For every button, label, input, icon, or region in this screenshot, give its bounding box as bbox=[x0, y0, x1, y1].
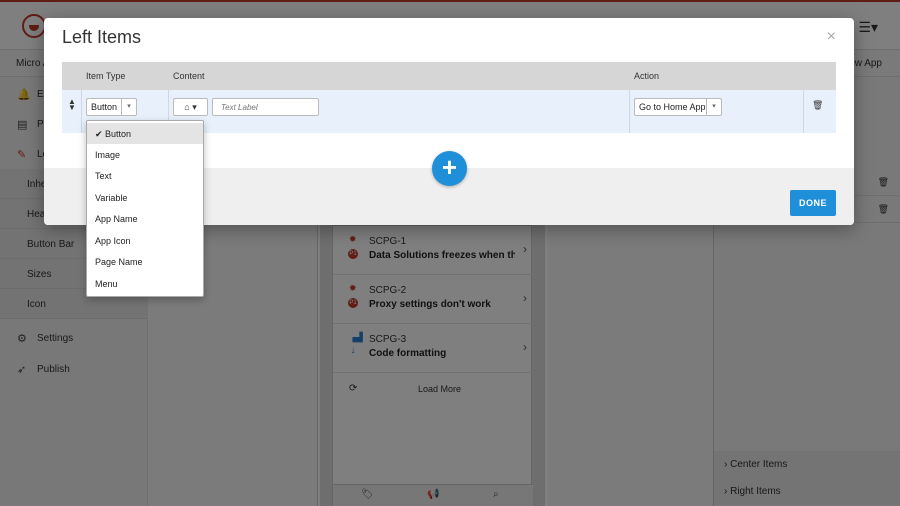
dropdown-option-variable[interactable]: Variable bbox=[87, 187, 203, 208]
dropdown-option-app-icon[interactable]: App Icon bbox=[87, 230, 203, 251]
dropdown-option-app-name[interactable]: App Name bbox=[87, 208, 203, 229]
table-header: Item Type Content Action bbox=[62, 62, 836, 90]
item-type-dropdown: ✔ Button Image Text Variable App Name Ap… bbox=[86, 120, 204, 297]
column-item-type: Item Type bbox=[86, 71, 126, 81]
chevron-down-icon: ▾ bbox=[121, 99, 136, 115]
dropdown-option-button[interactable]: ✔ Button bbox=[87, 123, 203, 144]
modal-title: Left Items bbox=[62, 27, 142, 47]
item-type-select[interactable]: Button ▾ bbox=[86, 98, 137, 116]
dropdown-option-page-name[interactable]: Page Name bbox=[87, 251, 203, 272]
close-icon[interactable]: × bbox=[827, 28, 836, 46]
add-item-button[interactable]: + bbox=[432, 151, 467, 186]
column-action: Action bbox=[634, 71, 660, 81]
drag-handle-icon[interactable]: ▲ ▼ bbox=[68, 98, 76, 112]
dropdown-option-image[interactable]: Image bbox=[87, 144, 203, 165]
text-label-input[interactable] bbox=[212, 98, 319, 116]
chevron-down-icon: ▾ bbox=[192, 102, 197, 112]
chevron-down-icon: ▾ bbox=[706, 99, 721, 115]
done-button[interactable]: DONE bbox=[790, 190, 836, 216]
dropdown-option-menu[interactable]: Menu bbox=[87, 273, 203, 294]
icon-picker-button[interactable]: ⌂ ▾ bbox=[173, 98, 208, 116]
column-content: Content bbox=[173, 71, 205, 81]
home-icon: ⌂ bbox=[184, 102, 190, 112]
action-select[interactable]: Go to Home App ▾ bbox=[634, 98, 722, 116]
dropdown-option-text[interactable]: Text bbox=[87, 165, 203, 186]
trash-icon[interactable]: 🗑 bbox=[812, 100, 823, 111]
